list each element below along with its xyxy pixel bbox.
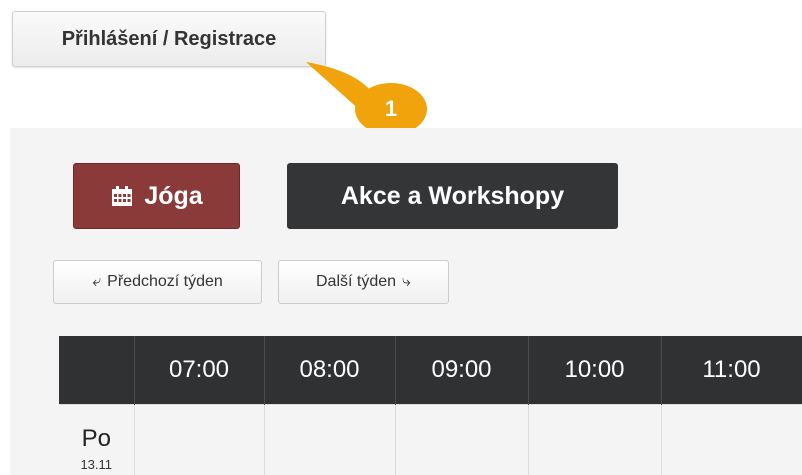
day-cell: Po 13.11: [59, 404, 135, 475]
day-name: Po: [81, 425, 111, 452]
arrow-left-icon: ⤶: [92, 273, 102, 290]
previous-week-label: Předchozí týden: [107, 273, 223, 290]
time-header: 08:00: [264, 336, 396, 405]
time-header: 11:00: [661, 336, 802, 405]
tab-joga-label: Jóga: [144, 181, 203, 210]
tab-akce-workshopy[interactable]: Akce a Workshopy: [287, 163, 618, 229]
schedule-slot[interactable]: [528, 404, 662, 475]
tab-akce-label: Akce a Workshopy: [340, 181, 565, 210]
time-header: 10:00: [528, 336, 662, 405]
previous-week-button[interactable]: ⤶ Předchozí týden: [53, 260, 262, 304]
table-row: Po 13.11: [59, 404, 802, 475]
tab-joga[interactable]: Jóga: [73, 163, 240, 229]
calendar-icon: [112, 186, 133, 206]
login-register-button[interactable]: Přihlášení / Registrace: [12, 11, 326, 67]
next-week-label: Další týden: [315, 273, 397, 290]
schedule-slot[interactable]: [661, 404, 802, 475]
day-date: 13.11: [80, 457, 113, 472]
callout-number: 1: [384, 96, 398, 121]
schedule-slot[interactable]: [395, 404, 529, 475]
schedule-header-row: 07:00 08:00 09:00 10:00 11:00: [59, 336, 802, 405]
next-week-button[interactable]: Další týden ⤷: [278, 260, 449, 304]
schedule-table: 07:00 08:00 09:00 10:00 11:00 Po 13.11: [59, 336, 802, 475]
schedule-slot[interactable]: [264, 404, 396, 475]
time-header: 09:00: [395, 336, 529, 405]
arrow-right-icon: ⤷: [402, 273, 411, 290]
schedule-slot[interactable]: [134, 404, 265, 475]
schedule-corner-cell: [59, 336, 135, 405]
time-header: 07:00: [134, 336, 265, 405]
login-register-label: Přihlášení / Registrace: [61, 27, 277, 50]
